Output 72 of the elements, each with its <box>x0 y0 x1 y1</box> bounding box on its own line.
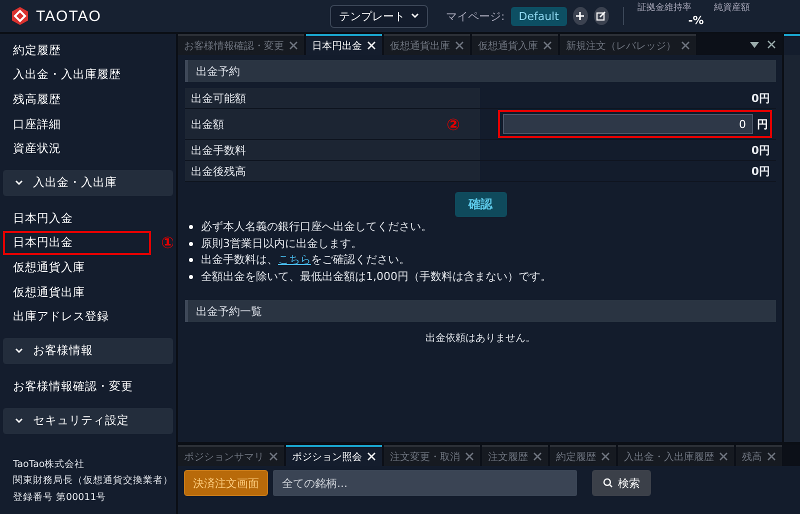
edit-button[interactable] <box>594 7 609 25</box>
note-text: 出金手数料は、こちら をご確認ください。 <box>201 252 410 268</box>
chevron-icon <box>15 180 23 186</box>
edit-icon <box>596 11 606 21</box>
note-text: 必ず本人名義の銀行口座へ出金してください。 <box>201 219 432 235</box>
field-label: 出金後残高 <box>191 164 246 178</box>
tab[interactable]: 注文履歴 <box>482 445 548 466</box>
field-label: 出金額 <box>191 116 224 132</box>
amount-value: 0円 <box>751 90 770 106</box>
sidebar-item[interactable]: 出庫アドレス登録 <box>3 304 173 329</box>
tab[interactable]: 注文変更・取消 <box>384 445 480 466</box>
field-label: 出金手数料 <box>191 142 246 158</box>
unit-label: 円 <box>757 116 768 132</box>
search-button[interactable]: 検索 <box>592 470 651 496</box>
confirm-button[interactable]: 確認 <box>454 192 506 217</box>
amount-input[interactable]: 0 <box>503 114 753 134</box>
template-dropdown[interactable]: テンプレート <box>330 4 428 28</box>
tab[interactable]: 新規注文（レバレッジ） <box>560 34 696 55</box>
sidebar-item[interactable]: 入出金・入出庫履歴 <box>3 62 173 88</box>
bullet-icon <box>189 225 193 230</box>
mypage-label: マイページ: <box>446 8 505 24</box>
tab[interactable]: 日本円出金 <box>306 34 382 55</box>
stat-label: 証拠金維持率 <box>638 2 692 14</box>
sidebar-item[interactable]: 口座詳細 <box>3 112 173 136</box>
bullet-icon <box>189 242 193 246</box>
close-icon[interactable] <box>767 40 776 49</box>
sidebar-item[interactable]: 仮想通貨入庫 <box>3 255 173 280</box>
note-text: 全額出金を除いて、最低出金額は1,000円（手数料は含まない）です。 <box>201 268 552 285</box>
tab[interactable]: 約定履歴 <box>550 445 616 466</box>
sidebar-item[interactable]: お客様情報確認・変更 <box>3 374 173 399</box>
bullet-icon <box>189 275 193 280</box>
brand-name: TAOTAO <box>36 8 102 24</box>
tab[interactable]: お客様情報確認・変更 <box>178 34 304 55</box>
tab[interactable]: 仮想通貨出庫 <box>384 34 470 55</box>
empty-message: 出金依頼はありません。 <box>424 332 536 346</box>
logo-icon <box>10 6 30 26</box>
note-text: 原則3営業日以内に出金します。 <box>201 236 362 252</box>
fee-link[interactable]: こちら <box>278 253 311 266</box>
tab[interactable]: ポジションサマリ <box>178 445 284 466</box>
tab[interactable]: 入出金・入出庫履歴 <box>618 445 734 466</box>
company-info-text: TaoTao株式会社 <box>13 458 86 472</box>
sidebar-item[interactable]: 資産状況 <box>3 136 173 161</box>
tab[interactable]: 残高 <box>736 445 782 466</box>
sidebar-item[interactable]: 約定履歴 <box>3 38 173 63</box>
bullet-icon <box>189 258 193 262</box>
amount-value: 0円 <box>751 142 770 158</box>
stat-label: 純資産額 <box>714 2 750 14</box>
plus-icon <box>575 11 586 21</box>
annotation-number: ② <box>446 114 460 134</box>
section-header: 出金予約一覧 <box>185 300 776 322</box>
section-header: 出金予約 <box>185 60 776 82</box>
sidebar-item[interactable]: 残高履歴 <box>3 87 173 112</box>
add-button[interactable] <box>572 7 588 25</box>
company-info-text: 登録番号 第00011号 <box>13 490 108 504</box>
sidebar-section-header[interactable]: 入出金・入出庫 <box>3 170 173 196</box>
field-label: 出金可能額 <box>191 90 246 106</box>
search-icon <box>603 478 613 488</box>
dropdown-triangle-icon[interactable] <box>750 42 759 48</box>
symbol-field[interactable]: 全ての銘柄... <box>273 470 577 496</box>
sidebar-section-header[interactable]: セキュリティ設定 <box>3 408 173 434</box>
tab[interactable]: 仮想通貨入庫 <box>472 34 558 55</box>
chevron-icon <box>15 348 23 354</box>
sidebar-item[interactable]: 日本円入金 <box>3 206 173 231</box>
default-button[interactable]: Default <box>510 6 567 26</box>
sidebar-section-header[interactable]: お客様情報 <box>3 338 173 364</box>
chevron-icon <box>15 418 23 424</box>
stat-value: -% <box>688 14 704 27</box>
company-info-text: 関東財務局長（仮想通貨交換業者） <box>13 474 169 488</box>
tab[interactable]: ポジション照会 <box>286 445 382 466</box>
chevron-down-icon <box>411 13 419 19</box>
sidebar-item[interactable]: 仮想通貨出庫 <box>3 280 173 304</box>
amount-value: 0円 <box>751 164 770 178</box>
